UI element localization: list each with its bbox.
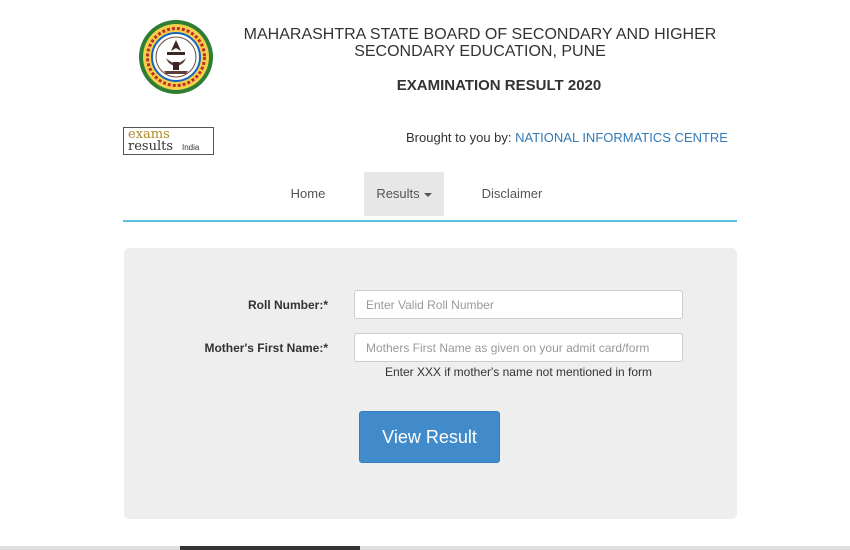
nav-results-dropdown[interactable]: Results <box>364 172 444 216</box>
nav-disclaimer[interactable]: Disclaimer <box>469 172 555 216</box>
mother-first-name-input[interactable] <box>354 333 683 362</box>
main-nav: Home Results Disclaimer <box>123 172 737 222</box>
board-title-line2: SECONDARY EDUCATION, PUNE <box>354 43 606 60</box>
logo-text-results: results <box>128 139 174 154</box>
roll-number-input[interactable] <box>354 290 683 319</box>
result-form-panel: Roll Number:* Mother's First Name:* Ente… <box>124 248 737 519</box>
nic-link[interactable]: NATIONAL INFORMATICS CENTRE <box>515 130 728 145</box>
caret-down-icon <box>423 192 432 197</box>
brought-to-you-by: Brought to you by: NATIONAL INFORMATICS … <box>406 130 728 145</box>
nav-home[interactable]: Home <box>278 172 338 216</box>
brought-prefix: Brought to you by: <box>406 130 512 145</box>
board-title-line1: MAHARASHTRA STATE BOARD OF SECONDARY AND… <box>243 26 717 43</box>
mother-name-hint: Enter XXX if mother's name not mentioned… <box>384 365 653 379</box>
board-seal-logo <box>137 18 215 96</box>
exam-result-heading: EXAMINATION RESULT 2020 <box>396 77 602 94</box>
roll-number-label: Roll Number:* <box>247 298 328 312</box>
board-title: MAHARASHTRA STATE BOARD OF SECONDARY AND… <box>215 26 745 60</box>
board-seal-icon <box>139 20 213 94</box>
bottom-scroll-edge <box>0 546 850 550</box>
nav-results-label: Results <box>376 186 420 201</box>
logo-text-india: India <box>182 143 200 152</box>
mother-name-label: Mother's First Name:* <box>204 341 328 355</box>
exams-results-india-logo[interactable]: exams results India <box>123 127 214 155</box>
view-result-button[interactable]: View Result <box>359 411 500 463</box>
nav-disclaimer-label: Disclaimer <box>481 186 543 201</box>
page: MAHARASHTRA STATE BOARD OF SECONDARY AND… <box>0 0 850 550</box>
nav-home-label: Home <box>290 186 326 201</box>
